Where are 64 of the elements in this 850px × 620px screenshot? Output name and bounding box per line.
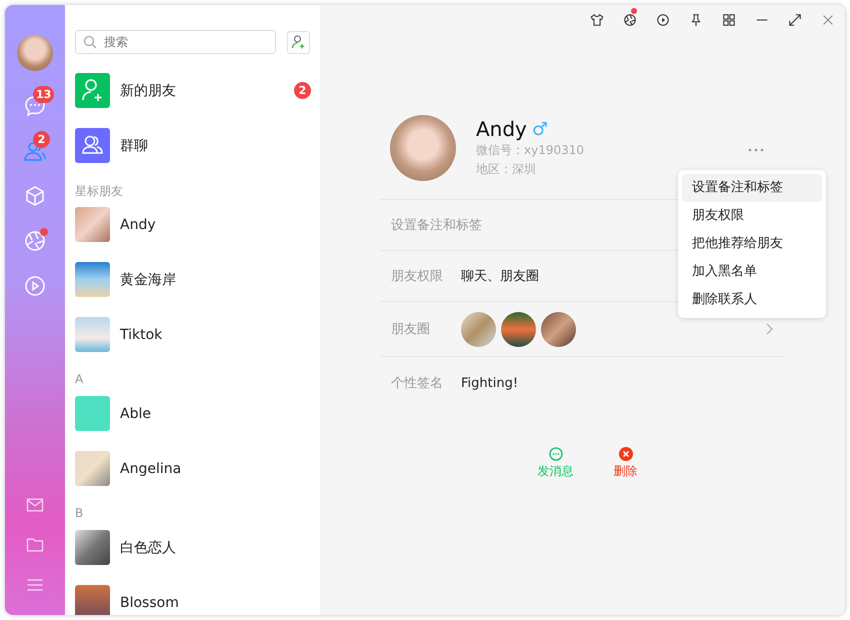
photo-placeholder <box>75 317 110 352</box>
avatar-photo[interactable] <box>17 35 53 71</box>
contact-item[interactable]: Able <box>65 386 320 441</box>
more-icon[interactable] <box>748 148 764 152</box>
section-header: B <box>74 505 84 520</box>
section-header: 星标朋友 <box>74 183 124 197</box>
delete-button[interactable]: 删除 <box>614 447 638 480</box>
contact-name: 黄金海岸 <box>120 270 176 288</box>
expand-icon[interactable] <box>788 13 802 27</box>
unread-badge: 2 <box>33 131 50 148</box>
chat-bubble-icon <box>548 447 562 461</box>
pin-icon[interactable] <box>689 13 703 27</box>
menu-item[interactable]: 加入黑名单 <box>682 258 822 286</box>
count-badge: 2 <box>294 82 311 99</box>
photo-placeholder[interactable] <box>501 312 536 346</box>
profile-name: Andy <box>476 117 527 141</box>
section-header: A <box>74 371 84 386</box>
contact-item[interactable]: 群聊 <box>65 118 320 173</box>
contact-item[interactable]: Tiktok <box>65 307 320 362</box>
contact-name: Angelina <box>120 460 182 476</box>
photo-placeholder <box>75 396 110 431</box>
add-person-icon <box>290 34 306 50</box>
contact-item[interactable]: 新的朋友 2 <box>65 63 320 118</box>
contact-name: Andy <box>120 216 156 232</box>
search-field[interactable]: 搜索 <box>75 30 276 54</box>
field-label: 朋友圈 <box>391 321 431 338</box>
contact-name: Tiktok <box>120 326 162 342</box>
region-text: 地区：深圳 <box>476 161 537 178</box>
photo-placeholder <box>75 262 110 297</box>
field-label: 个性签名 <box>391 375 444 392</box>
contact-item[interactable]: Blossom <box>65 575 320 615</box>
play-icon[interactable] <box>656 13 670 27</box>
contact-name: Able <box>120 406 151 422</box>
contact-name: Blossom <box>120 594 179 610</box>
contact-item[interactable]: 白色恋人 <box>65 520 320 575</box>
contact-item[interactable]: Angelina <box>65 441 320 496</box>
menu-item[interactable]: 删除联系人 <box>682 286 822 314</box>
field-label: 设置备注和标签 <box>391 217 482 234</box>
unread-badge: 13 <box>33 86 54 103</box>
photo-placeholder <box>75 585 110 615</box>
field-label: 朋友权限 <box>391 268 444 285</box>
contact-name: 白色恋人 <box>120 538 176 556</box>
add-friend-button[interactable] <box>287 30 310 54</box>
field-value: 聊天、朋友圈 <box>461 268 539 285</box>
photo-placeholder <box>75 451 110 486</box>
gender-symbol: ♂ <box>532 118 548 140</box>
contact-item[interactable]: Andy <box>65 197 320 252</box>
field-value: Fighting! <box>461 376 518 390</box>
close-icon <box>618 447 632 461</box>
contact-name: 新的朋友 <box>120 82 176 100</box>
new-friend-icon <box>75 73 110 108</box>
wechat-id: 微信号：xy190310 <box>476 142 584 159</box>
photo-placeholder <box>75 207 110 242</box>
photo-placeholder <box>75 530 110 565</box>
group-chat-icon <box>75 128 110 163</box>
shirt-icon[interactable] <box>590 13 604 27</box>
close-icon[interactable] <box>821 13 835 27</box>
aperture-icon[interactable] <box>623 13 637 27</box>
menu-item[interactable]: 设置备注和标签 <box>682 174 822 202</box>
photo-placeholder[interactable] <box>541 312 576 346</box>
grid-icon[interactable] <box>722 13 736 27</box>
contact-item[interactable]: 黄金海岸 <box>65 252 320 307</box>
contact-name: 群聊 <box>120 136 148 154</box>
search-icon <box>83 35 97 49</box>
